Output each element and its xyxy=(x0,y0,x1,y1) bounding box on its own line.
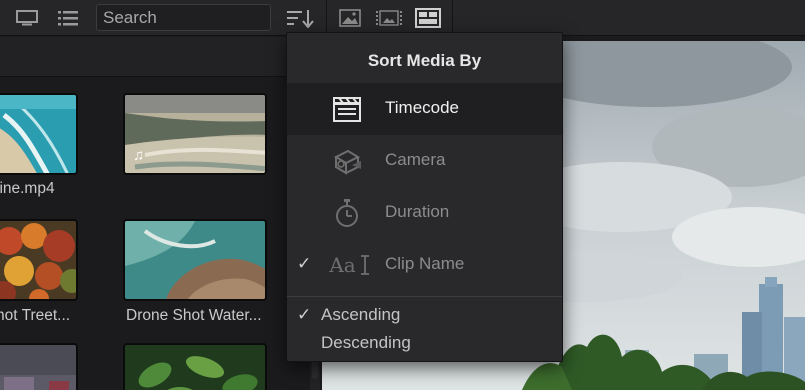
clapperboard-icon xyxy=(327,94,367,124)
menu-title: Sort Media By xyxy=(367,51,482,70)
clip-name: line.mp4 xyxy=(0,180,55,197)
stopwatch-icon xyxy=(327,198,367,228)
menu-item-label: Duration xyxy=(385,202,450,221)
clip-thumbnail[interactable] xyxy=(0,343,78,390)
text-cursor-icon: Aa xyxy=(325,250,375,280)
menu-item-clip-name[interactable]: ✓ Aa Clip Name xyxy=(287,239,562,291)
camera-icon xyxy=(327,146,367,176)
menu-item-label: Timecode xyxy=(385,98,460,117)
audio-note-icon: ♫ xyxy=(133,147,145,164)
clip-thumbnail[interactable]: ♫ xyxy=(123,93,267,175)
checkmark-icon: ✓ xyxy=(297,254,312,273)
toolbar: Search xyxy=(0,0,805,36)
clip-thumbnail[interactable] xyxy=(0,219,78,301)
menu-item-label: Camera xyxy=(385,150,446,169)
icon-text: Aa xyxy=(329,253,356,277)
strip-view-icon[interactable] xyxy=(375,6,403,30)
clip-name: hot Treet... xyxy=(0,307,71,324)
menu-divider xyxy=(287,296,562,297)
list-view-icon[interactable] xyxy=(56,6,80,30)
search-input[interactable]: Search xyxy=(96,4,271,31)
thumbnail-view-icon[interactable] xyxy=(338,6,362,30)
clip-thumbnail[interactable] xyxy=(123,219,267,301)
sort-icon[interactable] xyxy=(285,6,315,30)
filmstrip-view-icon[interactable] xyxy=(414,6,442,30)
menu-item-ascending[interactable]: Ascending xyxy=(321,305,400,325)
sort-media-menu: Sort Media By Timecode Camera Duration ✓… xyxy=(286,32,563,362)
clip-thumbnail[interactable] xyxy=(0,93,78,175)
monitor-icon[interactable] xyxy=(14,6,40,30)
menu-item-camera[interactable]: Camera xyxy=(287,135,562,187)
toolbar-divider xyxy=(326,0,327,36)
media-pool-header xyxy=(0,37,320,77)
menu-item-duration[interactable]: Duration xyxy=(287,187,562,239)
clip-thumbnail[interactable] xyxy=(123,343,267,390)
menu-item-descending[interactable]: Descending xyxy=(321,333,411,353)
menu-item-label: Clip Name xyxy=(385,254,465,273)
clip-name: Drone Shot Water... xyxy=(126,307,262,324)
toolbar-divider xyxy=(452,0,453,36)
menu-item-timecode[interactable]: Timecode xyxy=(287,83,562,135)
media-pool: line.mp4 ♫ Drone Coastline.... hot Treet… xyxy=(0,37,320,390)
checkmark-icon: ✓ xyxy=(297,305,312,324)
